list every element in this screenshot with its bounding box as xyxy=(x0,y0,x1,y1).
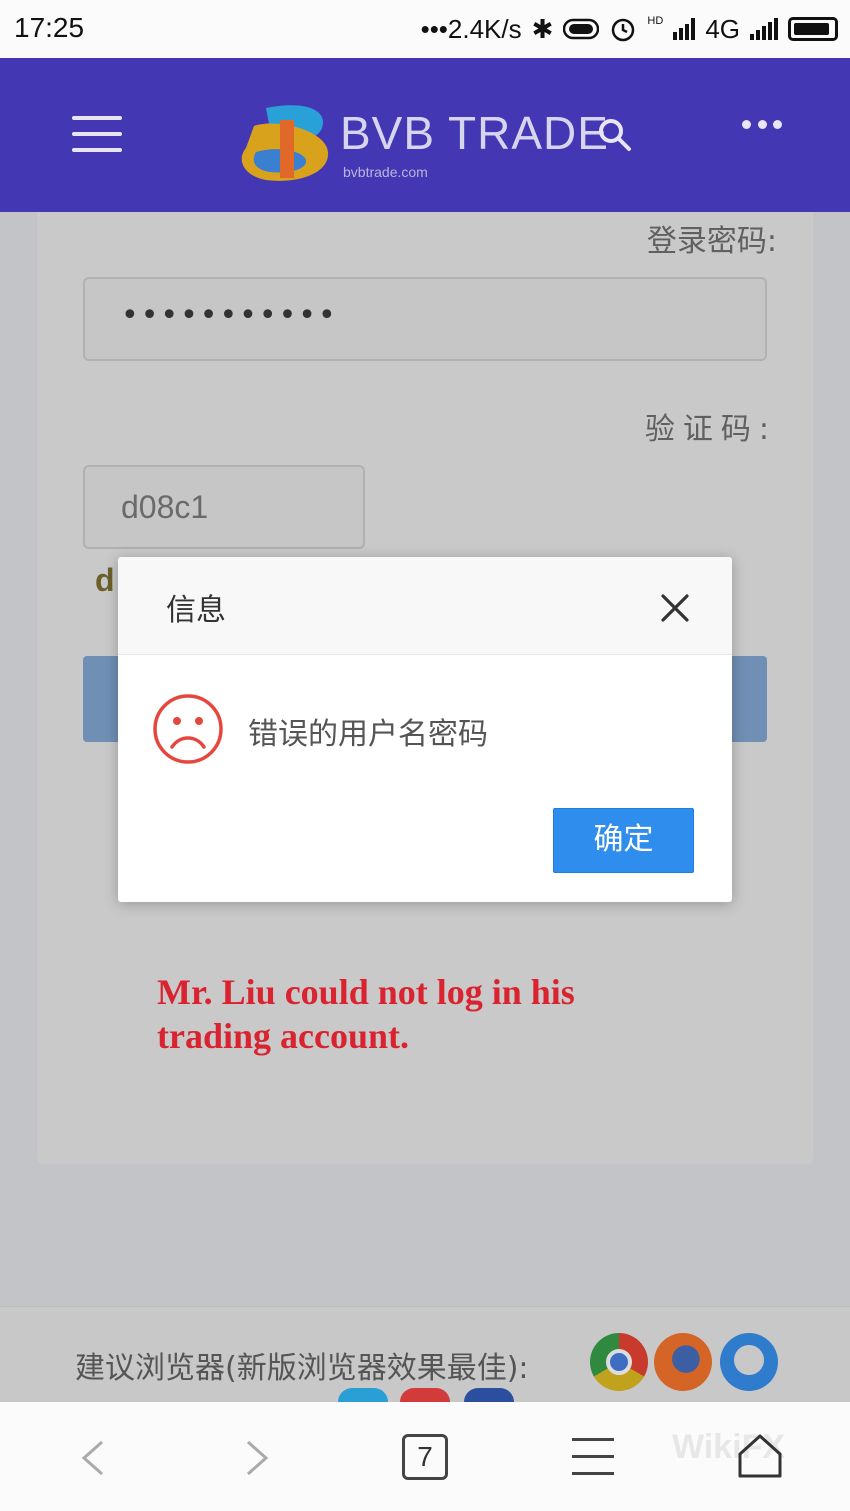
toggle-icon xyxy=(563,18,600,40)
back-icon[interactable] xyxy=(78,1440,108,1476)
status-bar: 17:25 •••2.4K/s ✱ HD 4G xyxy=(0,0,850,58)
firefox-icon[interactable] xyxy=(654,1333,712,1391)
hd-badge: HD xyxy=(647,15,664,27)
alarm-icon xyxy=(612,18,635,42)
menu-icon[interactable] xyxy=(72,116,122,152)
status-indicators: •••2.4K/s ✱ HD 4G xyxy=(421,10,838,48)
tabs-button[interactable]: 7 xyxy=(402,1434,448,1480)
captcha-label: 验证码: xyxy=(644,412,777,447)
chrome-icon[interactable] xyxy=(590,1333,648,1391)
annotation-line-2: trading account. xyxy=(157,1016,409,1056)
captcha-input[interactable]: d08c1 xyxy=(83,465,365,549)
browser-suggestion-text: 建议浏览器(新版浏览器效果最佳): xyxy=(75,1351,529,1386)
network-type: 4G xyxy=(705,13,740,44)
close-icon[interactable] xyxy=(660,593,690,623)
captcha-hint[interactable]: d xyxy=(95,562,115,599)
network-speed: •••2.4K/s xyxy=(420,13,522,44)
browser-icon-peek-2 xyxy=(400,1388,450,1402)
brand-title: BVB TRADE xyxy=(340,107,609,159)
password-label: 登录密码: xyxy=(646,224,777,259)
site-header: BVB TRADE bvbtrade.com xyxy=(0,58,850,212)
bvb-logo-icon xyxy=(241,105,329,181)
menu-list-icon[interactable] xyxy=(572,1438,614,1476)
bluetooth-icon: ✱ xyxy=(531,13,554,44)
battery-icon xyxy=(788,17,838,41)
ie-icon[interactable] xyxy=(720,1333,778,1391)
password-input[interactable]: ••••••••••• xyxy=(83,277,767,361)
annotation-line-1: Mr. Liu could not log in his xyxy=(157,972,575,1012)
sad-face-icon xyxy=(153,694,223,764)
error-message: 错误的用户名密码 xyxy=(248,717,488,752)
brand-domain: bvbtrade.com xyxy=(343,164,428,180)
forward-icon[interactable] xyxy=(242,1440,272,1476)
dialog-header: 信息 xyxy=(118,557,732,655)
more-icon[interactable] xyxy=(742,120,782,132)
signal-icon xyxy=(673,18,696,40)
confirm-button[interactable]: 确定 xyxy=(553,808,694,873)
browser-nav-bar: 7 WikiFX xyxy=(0,1402,850,1511)
browser-icon-peek-3 xyxy=(464,1388,514,1402)
browser-icon-peek-1 xyxy=(338,1388,388,1402)
annotation-text: Mr. Liu could not log in his trading acc… xyxy=(157,970,575,1058)
dialog-title: 信息 xyxy=(166,593,226,628)
status-time: 17:25 xyxy=(14,12,85,43)
search-icon[interactable] xyxy=(596,116,632,152)
home-icon[interactable] xyxy=(736,1432,784,1480)
signal-icon-2 xyxy=(750,18,778,40)
error-dialog: 信息 错误的用户名密码 确定 xyxy=(118,557,732,902)
